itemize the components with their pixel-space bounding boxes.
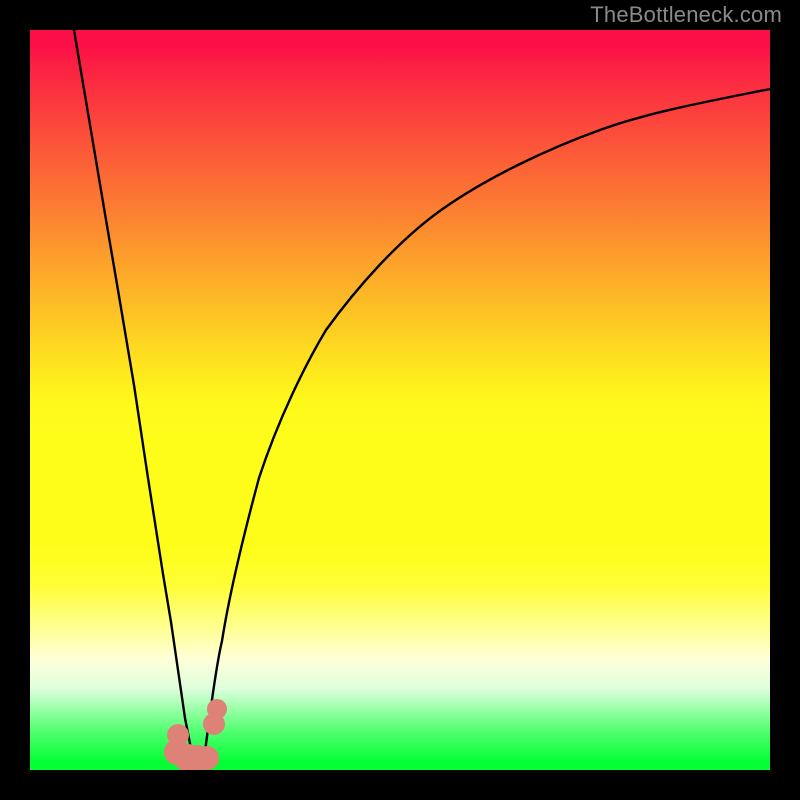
right-branch-curve bbox=[204, 89, 770, 759]
chart-frame: TheBottleneck.com bbox=[0, 0, 800, 800]
left-branch-curve bbox=[74, 30, 193, 759]
marker-point bbox=[207, 699, 227, 719]
watermark-text: TheBottleneck.com bbox=[590, 2, 782, 28]
plot-area bbox=[30, 30, 770, 770]
curves-layer bbox=[30, 30, 770, 770]
marker-point bbox=[195, 746, 219, 770]
